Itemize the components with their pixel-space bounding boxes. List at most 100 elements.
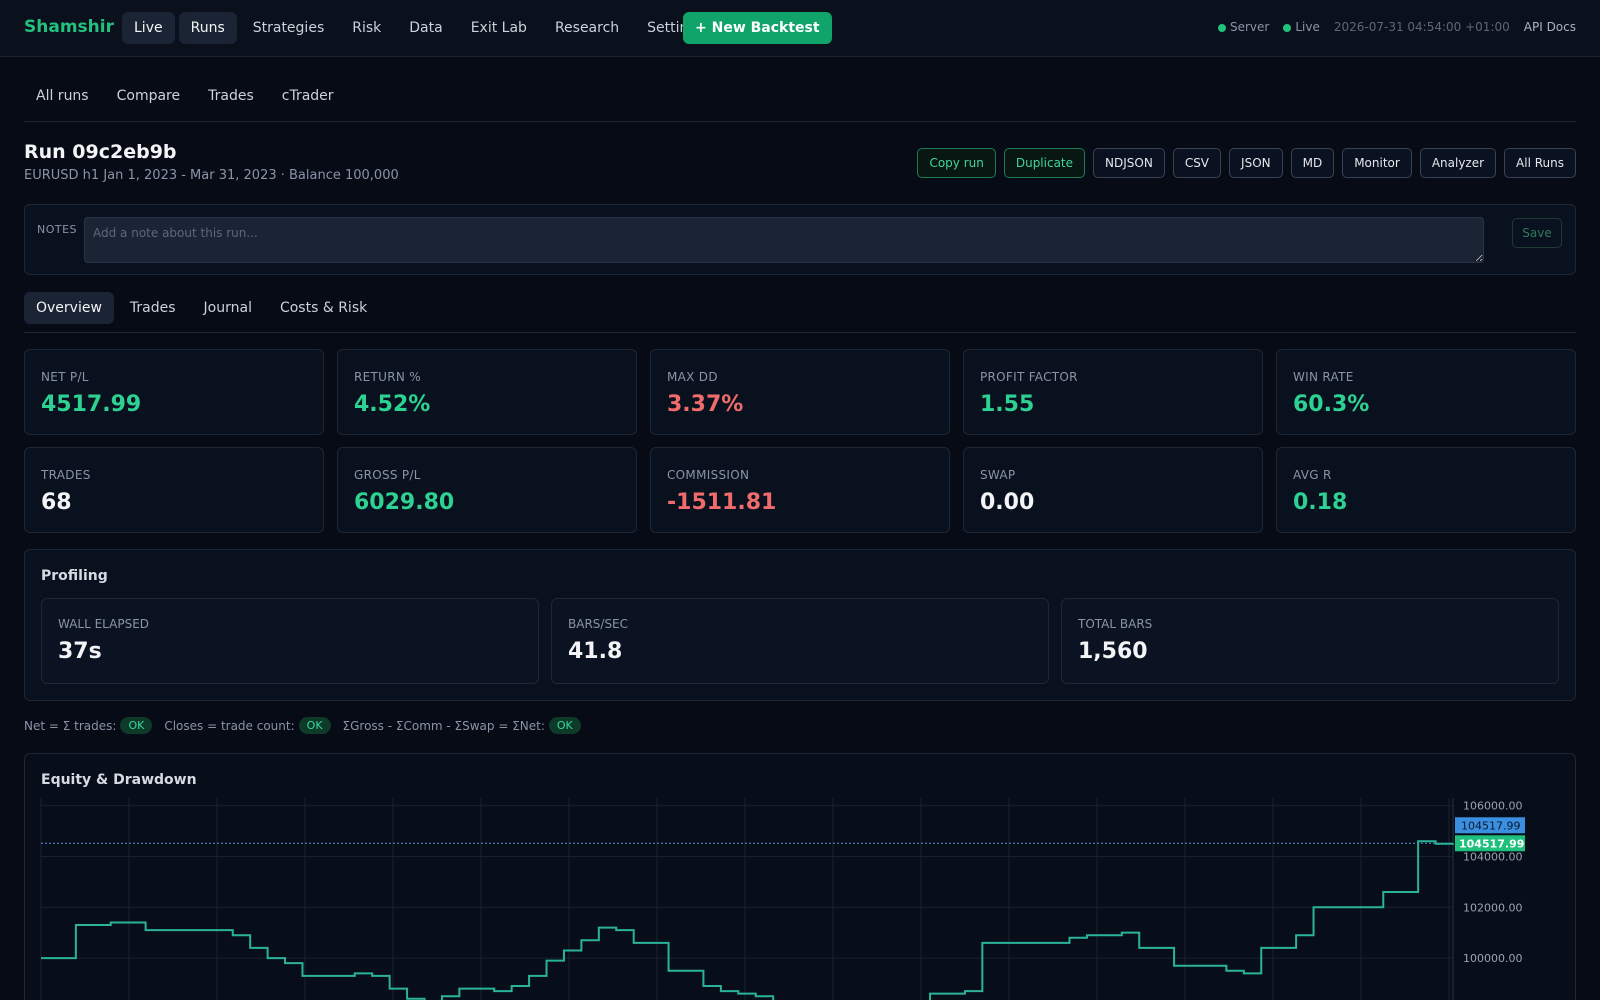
profiling-value: 37s	[58, 639, 102, 664]
runs-subnav: All runs Compare Trades cTrader	[24, 82, 1576, 122]
metric-value: -1511.81	[667, 490, 777, 515]
status-dot-icon	[1217, 23, 1226, 32]
nav-data[interactable]: Data	[397, 12, 454, 44]
notes-input[interactable]	[84, 217, 1484, 263]
metric-label: SWAP	[980, 468, 1016, 482]
copy-run-button[interactable]: Copy run	[917, 148, 996, 178]
metric-card-win-rate: WIN RATE 60.3%	[1276, 349, 1576, 435]
metric-value: 6029.80	[354, 490, 455, 515]
metric-value: 1.55	[980, 392, 1035, 417]
metric-label: NET P/L	[41, 370, 89, 384]
profiling-card-wall-elapsed: WALL ELAPSED 37s	[41, 598, 539, 684]
metric-card-swap: SWAP 0.00	[963, 447, 1263, 533]
y-tick-label: 104000.00	[1463, 850, 1523, 863]
profiling-value: 1,560	[1078, 639, 1148, 664]
metric-label: COMMISSION	[667, 468, 750, 482]
nav-runs[interactable]: Runs	[178, 12, 237, 44]
check-label: ΣGross - ΣComm - ΣSwap = ΣNet:	[342, 718, 545, 733]
profiling-label: WALL ELAPSED	[58, 617, 150, 631]
profiling-card-bars-sec: BARS/SEC 41.8	[551, 598, 1049, 684]
metric-card-commission: COMMISSION -1511.81	[650, 447, 950, 533]
equity-series-line	[41, 840, 1454, 1000]
metric-card-profit-factor: PROFIT FACTOR 1.55	[963, 349, 1263, 435]
metric-value: 0.00	[980, 490, 1035, 515]
tab-trades[interactable]: Trades	[118, 292, 188, 324]
metric-label: TRADES	[41, 468, 91, 482]
nav-strategies[interactable]: Strategies	[241, 12, 337, 44]
tab-costs-risk[interactable]: Costs & Risk	[268, 292, 379, 324]
duplicate-button[interactable]: Duplicate	[1003, 148, 1086, 178]
export-csv-button[interactable]: CSV	[1172, 148, 1222, 178]
metric-value: 0.18	[1293, 490, 1348, 515]
subnav-all-runs[interactable]: All runs	[24, 82, 101, 121]
profiling-label: BARS/SEC	[568, 617, 629, 631]
profiling-panel: Profiling WALL ELAPSED 37s BARS/SEC 41.8…	[24, 549, 1576, 701]
run-tabs: Overview Trades Journal Costs & Risk	[24, 292, 1576, 333]
y-tick-label: 106000.00	[1463, 800, 1523, 813]
export-json-button[interactable]: JSON	[1229, 148, 1283, 178]
nav-research[interactable]: Research	[543, 12, 631, 44]
equity-chart-panel: 106000.00104000.00102000.00100000.009800…	[24, 753, 1576, 1000]
status-badge: OK	[120, 717, 153, 734]
metric-value: 3.37%	[667, 392, 744, 417]
new-backtest-button[interactable]: + New Backtest	[683, 12, 832, 44]
metric-value: 60.3%	[1293, 392, 1370, 417]
page-title: Run 09c2eb9b	[24, 141, 177, 163]
notes-label: NOTES	[37, 223, 78, 236]
run-actions: Copy run Duplicate NDJSON CSV JSON MD Mo…	[917, 148, 1576, 178]
equity-chart[interactable]: 106000.00104000.00102000.00100000.009800…	[25, 754, 1576, 1000]
equity-chart-title: Equity & Drawdown	[41, 772, 197, 788]
metric-value: 4.52%	[354, 392, 431, 417]
export-ndjson-button[interactable]: NDJSON	[1093, 148, 1165, 178]
analyzer-button[interactable]: Analyzer	[1419, 148, 1497, 178]
baseline-value-label: 104517.99	[1459, 837, 1524, 850]
server-timestamp: 2026-07-31 04:54:00 +01:00	[1333, 20, 1510, 34]
metric-card-return: RETURN % 4.52%	[337, 349, 637, 435]
check-label: Net = Σ trades:	[24, 718, 117, 733]
status-area: Server Live 2026-07-31 04:54:00 +01:00 A…	[1217, 20, 1576, 34]
subnav-trades[interactable]: Trades	[196, 82, 266, 121]
subnav-ctrader[interactable]: cTrader	[270, 82, 346, 121]
profiling-label: TOTAL BARS	[1078, 617, 1153, 631]
metric-label: MAX DD	[667, 370, 718, 384]
tab-overview[interactable]: Overview	[24, 292, 114, 324]
export-md-button[interactable]: MD	[1290, 148, 1335, 178]
profiling-card-total-bars: TOTAL BARS 1,560	[1061, 598, 1559, 684]
status-badge: OK	[548, 717, 581, 734]
monitor-button[interactable]: Monitor	[1342, 148, 1412, 178]
server-status-label: Server	[1229, 20, 1270, 34]
nav-exit-lab[interactable]: Exit Lab	[459, 12, 539, 44]
save-note-button[interactable]: Save	[1512, 218, 1562, 248]
metric-label: GROSS P/L	[354, 468, 421, 482]
tab-journal[interactable]: Journal	[192, 292, 264, 324]
metric-label: AVG R	[1293, 468, 1332, 482]
last-value-label: 104517.99	[1461, 819, 1521, 832]
metric-value: 68	[41, 490, 72, 515]
nav-live[interactable]: Live	[122, 12, 175, 44]
brand-logo[interactable]: Shamshir	[24, 17, 114, 37]
api-docs-link[interactable]: API Docs	[1524, 20, 1576, 34]
subnav-compare[interactable]: Compare	[105, 82, 193, 121]
metric-value: 4517.99	[41, 392, 142, 417]
metric-card-gross-pl: GROSS P/L 6029.80	[337, 447, 637, 533]
top-bar: Shamshir Live Runs Strategies Risk Data …	[0, 0, 1600, 57]
check-label: Closes = trade count:	[164, 718, 295, 733]
run-subtitle: EURUSD h1 Jan 1, 2023 - Mar 31, 2023 · B…	[24, 168, 399, 183]
status-dot-icon	[1283, 23, 1292, 32]
live-status-label: Live	[1295, 20, 1320, 34]
metric-card-max-dd: MAX DD 3.37%	[650, 349, 950, 435]
live-status: Live	[1283, 20, 1320, 34]
nav-risk[interactable]: Risk	[340, 12, 393, 44]
main-nav: Live Runs Strategies Risk Data Exit Lab …	[122, 12, 721, 44]
server-status: Server	[1217, 20, 1270, 34]
consistency-checks: Net = Σ trades: OK Closes = trade count:…	[24, 717, 593, 734]
y-tick-label: 102000.00	[1463, 901, 1523, 914]
metric-card-trades: TRADES 68	[24, 447, 324, 533]
status-badge: OK	[298, 717, 331, 734]
profiling-title: Profiling	[41, 568, 108, 584]
y-tick-label: 100000.00	[1463, 952, 1523, 965]
metric-card-avg-r: AVG R 0.18	[1276, 447, 1576, 533]
metric-label: RETURN %	[354, 370, 421, 384]
all-runs-button[interactable]: All Runs	[1504, 148, 1576, 178]
metric-label: PROFIT FACTOR	[980, 370, 1078, 384]
